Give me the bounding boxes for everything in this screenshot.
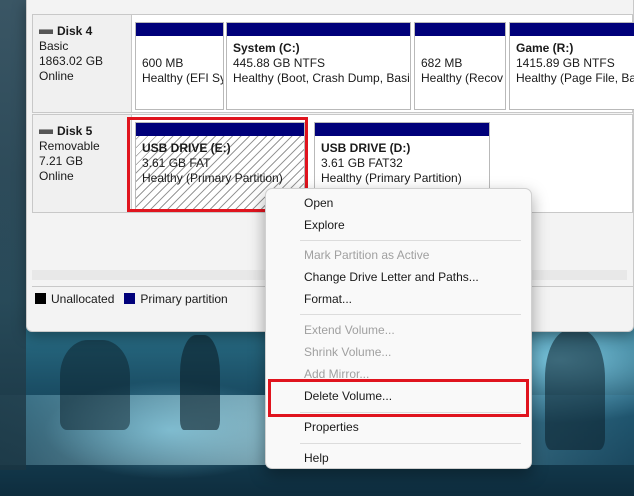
partition-game-r[interactable]: Game (R:) 1415.89 GB NTFS Healthy (Page … <box>509 22 634 110</box>
legend-label: Unallocated <box>51 291 115 306</box>
menu-item-help[interactable]: Help <box>270 447 527 469</box>
context-menu: Open Explore Mark Partition as Active Ch… <box>265 188 532 469</box>
partition-bar <box>415 23 505 36</box>
unallocated-swatch <box>35 293 46 304</box>
partition-bar <box>510 23 634 36</box>
partition-size: 3.61 GB FAT32 <box>321 156 403 170</box>
partition-bar <box>136 23 223 36</box>
partition-status: Healthy (Primary Partition) <box>321 171 462 185</box>
partition-strip: 600 MB Healthy (EFI Sy System (C:) 445.8… <box>132 14 634 113</box>
legend-unallocated: Unallocated <box>35 292 114 306</box>
partition-size: 682 MB <box>421 56 463 70</box>
disk-status: Online <box>39 69 74 83</box>
partition-title: System (C:) <box>233 41 300 55</box>
disk-drive-icon <box>39 129 53 134</box>
partition-status: Healthy (Recov <box>421 71 504 85</box>
partition-status: Healthy (Boot, Crash Dump, Basi <box>233 71 410 85</box>
partition-title: Game (R:) <box>516 41 574 55</box>
menu-item-format[interactable]: Format... <box>270 288 527 310</box>
menu-item-open[interactable]: Open <box>270 192 527 214</box>
partition-title <box>421 41 499 56</box>
wallpaper-tree <box>180 335 220 430</box>
disk-info[interactable]: Disk 5 Removable 7.21 GB Online <box>32 114 132 213</box>
disk-status: Online <box>39 169 74 183</box>
disk-name-label: Disk 5 <box>57 124 93 138</box>
partition-size: 600 MB <box>142 56 184 70</box>
disk-type: Basic <box>39 39 69 53</box>
disk-drive-icon <box>39 29 53 34</box>
partition-size: 1415.89 GB NTFS <box>516 56 615 70</box>
partition-title <box>142 41 217 56</box>
disk-name: Disk 5 <box>39 124 131 139</box>
partition-system-c[interactable]: System (C:) 445.88 GB NTFS Healthy (Boot… <box>226 22 411 110</box>
menu-item-mark-active: Mark Partition as Active <box>304 248 430 262</box>
wallpaper-tree <box>60 340 130 430</box>
partition-size: 445.88 GB NTFS <box>233 56 326 70</box>
partition-status: Healthy (EFI Sy <box>142 71 224 85</box>
disk-info[interactable]: Disk 4 Basic 1863.02 GB Online <box>32 14 132 113</box>
legend-primary: Primary partition <box>124 291 228 306</box>
legend-label: Primary partition <box>140 291 228 306</box>
menu-item-change-drive-letter[interactable]: Change Drive Letter and Paths... <box>270 266 527 288</box>
partition-recovery[interactable]: 682 MB Healthy (Recov <box>414 22 506 110</box>
partition-status: Healthy (Page File, Bas <box>516 71 634 85</box>
disk-size: 7.21 GB <box>39 154 84 168</box>
menu-separator <box>300 240 521 241</box>
disk-type: Removable <box>39 139 100 153</box>
primary-swatch <box>124 293 136 304</box>
menu-item-properties[interactable]: Properties <box>270 416 527 438</box>
partition-bar <box>227 23 410 36</box>
disk-row-4: Disk 4 Basic 1863.02 GB Online 600 MB He… <box>32 14 634 113</box>
partition-efi[interactable]: 600 MB Healthy (EFI Sy <box>135 22 224 110</box>
menu-separator <box>300 443 521 444</box>
partition-title: USB DRIVE (D:) <box>321 141 411 155</box>
menu-item-extend-volume: Extend Volume... <box>304 323 395 337</box>
wallpaper-tree <box>0 0 26 470</box>
disk-name: Disk 4 <box>39 24 131 39</box>
wallpaper-tree <box>545 330 605 450</box>
menu-item-shrink-volume: Shrink Volume... <box>304 345 392 359</box>
disk-name-label: Disk 4 <box>57 24 93 38</box>
delete-volume-highlight-box <box>268 379 529 417</box>
menu-separator <box>300 314 521 315</box>
menu-item-explore[interactable]: Explore <box>270 214 527 236</box>
disk-size: 1863.02 GB <box>39 54 104 68</box>
partition-bar <box>315 123 489 136</box>
